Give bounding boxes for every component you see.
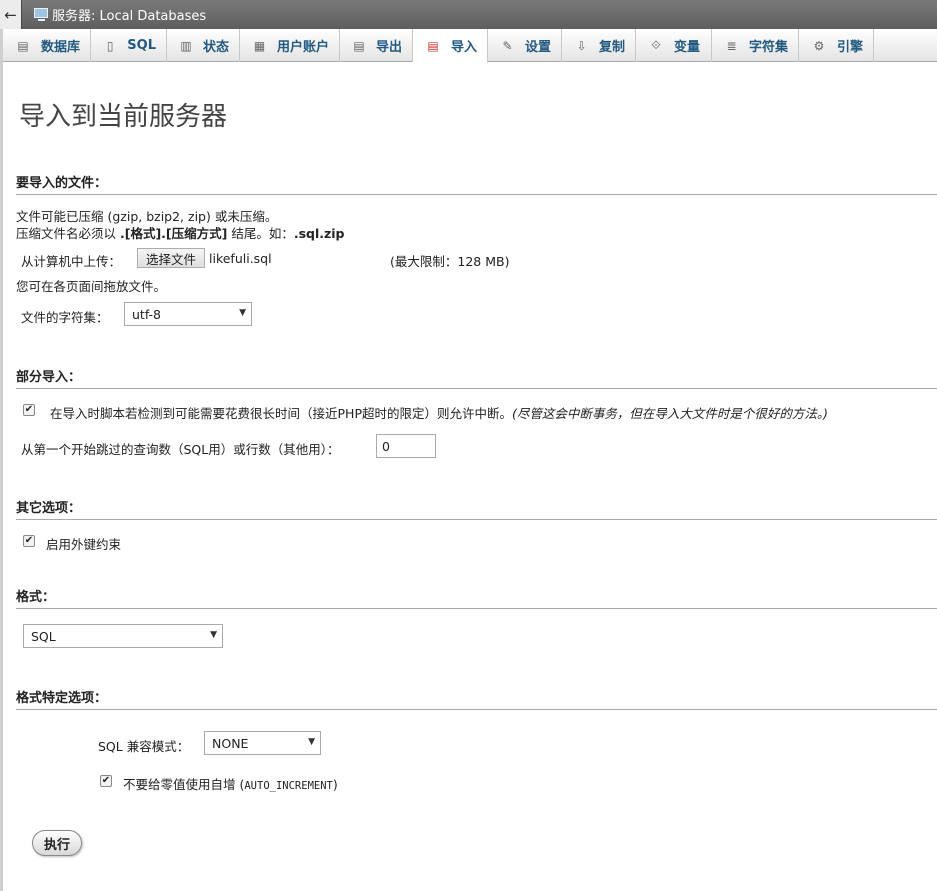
export-icon: ▤ [353, 38, 365, 53]
tab-databases[interactable]: ▤ 数据库 [3, 29, 91, 62]
tab-export[interactable]: ▤ 导出 [340, 29, 413, 62]
filename-format-note: 压缩文件名必须以 .[格式].[压缩方式] 结尾。如：.sql.zip [16, 226, 345, 241]
format-options-heading: 格式特定选项： [16, 687, 937, 710]
go-button[interactable]: 执行 [32, 830, 82, 856]
choose-file-button[interactable]: 选择文件 [137, 248, 206, 268]
charset-label: 文件的字符集： [21, 310, 109, 325]
database-icon: ▤ [17, 38, 29, 53]
tab-charsets[interactable]: ≣ 字符集 [712, 29, 799, 62]
sql-compat-select[interactable]: NONE ▼ [204, 731, 321, 755]
format-section-heading: 格式： [16, 586, 937, 609]
upload-label: 从计算机中上传： [21, 254, 122, 269]
file-section-heading: 要导入的文件： [16, 172, 937, 195]
server-breadcrumb[interactable]: 服务器: Local Databases [52, 5, 206, 24]
other-section-heading: 其它选项： [16, 497, 937, 520]
foreign-keys-checkbox[interactable]: ✔ [23, 535, 35, 547]
chosen-file-name: likefuli.sql [209, 251, 272, 266]
tab-replication[interactable]: ⇩ 复制 [562, 29, 636, 62]
wrench-icon: ✎ [502, 38, 513, 53]
tab-user-accounts[interactable]: ▦ 用户账户 [240, 29, 340, 62]
tab-status[interactable]: ▥ 状态 [167, 29, 240, 62]
partial-section-heading: 部分导入： [16, 366, 937, 389]
foreign-keys-label: 启用外键约束 [46, 537, 122, 552]
charset-icon: ≣ [726, 38, 737, 53]
drag-drop-hint: 您可在各页面间拖放文件。 [16, 279, 167, 294]
server-icon [34, 8, 50, 21]
skip-queries-input[interactable]: 0 [376, 434, 436, 458]
sql-compat-label: SQL 兼容模式： [98, 739, 190, 754]
sql-icon: ▯ [106, 38, 114, 53]
no-auto-value-checkbox[interactable]: ✔ [100, 775, 112, 787]
tab-engines[interactable]: ⚙ 引擎 [799, 29, 874, 62]
tab-settings[interactable]: ✎ 设置 [488, 29, 562, 62]
page-title: 导入到当前服务器 [19, 102, 228, 132]
back-arrow-icon[interactable]: ← [0, 0, 22, 29]
format-select[interactable]: SQL ▼ [23, 624, 223, 648]
replication-icon: ⇩ [576, 38, 587, 53]
variables-icon: ⟐ [651, 38, 661, 52]
server-breadcrumb-bar: ← 服务器: Local Databases [0, 0, 937, 29]
tab-variables[interactable]: ⟐ 变量 [636, 29, 712, 62]
dropdown-arrow-icon: ▼ [239, 308, 246, 318]
main-tabs: ▤ 数据库 ▯ SQL ▥ 状态 ▦ 用户账户 ▤ 导出 ▤ 导入 ✎ 设置 ⇩ 复制 ⟐ 变量 … [3, 29, 937, 63]
users-icon: ▦ [253, 38, 266, 53]
max-upload-limit: (最大限制：128 MB) [390, 254, 510, 269]
left-border [0, 0, 3, 891]
tab-import[interactable]: ▤ 导入 [413, 29, 488, 63]
allow-interrupt-label: 在导入时脚本若检测到可能需要花费很长时间（接近PHP超时的限定）则允许中断。(尽… [50, 406, 828, 421]
dropdown-arrow-icon: ▼ [308, 737, 315, 747]
skip-queries-label: 从第一个开始跳过的查询数（SQL用）或行数（其他用）： [21, 442, 340, 457]
charset-select[interactable]: utf-8 ▼ [124, 302, 252, 326]
allow-interrupt-checkbox[interactable]: ✔ [23, 404, 35, 416]
tab-sql[interactable]: ▯ SQL [91, 29, 167, 62]
dropdown-arrow-icon: ▼ [210, 630, 217, 640]
import-icon: ▤ [427, 38, 439, 53]
no-auto-value-label: 不要给零值使用自增 (AUTO_INCREMENT) [123, 777, 338, 792]
engine-icon: ⚙ [813, 38, 825, 53]
status-icon: ▥ [180, 38, 192, 53]
